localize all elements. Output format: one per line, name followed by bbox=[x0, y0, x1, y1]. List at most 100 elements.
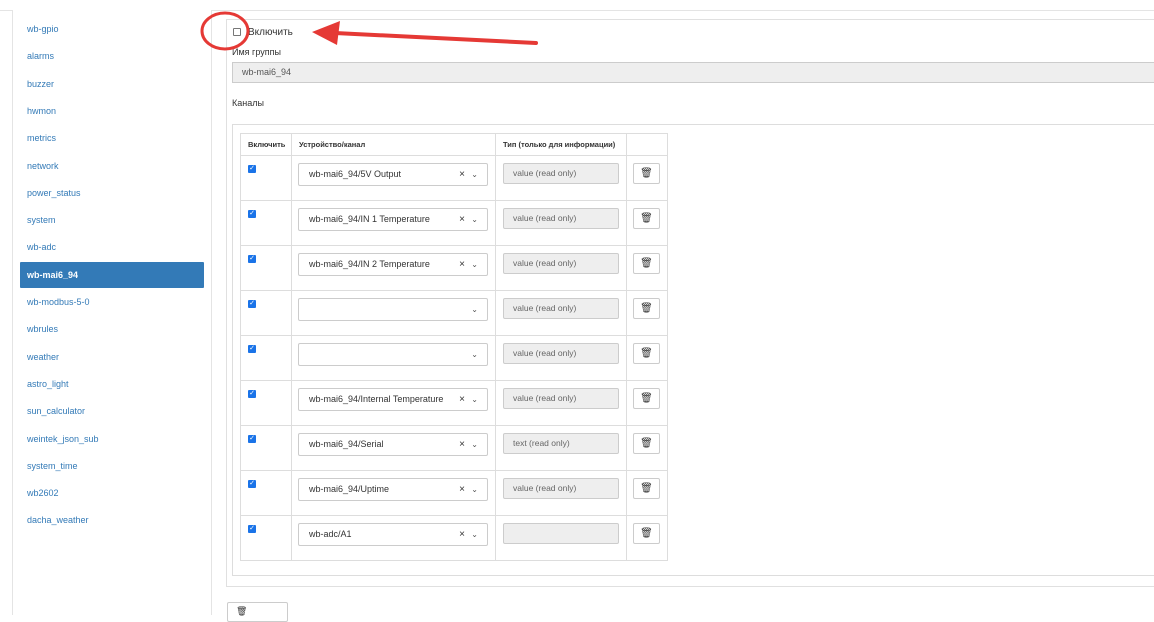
sidebar-item[interactable]: buzzer bbox=[20, 71, 204, 97]
sidebar-item[interactable]: weintek_json_sub bbox=[20, 426, 204, 452]
clear-icon[interactable]: × bbox=[459, 164, 465, 185]
actions-cell: 🗑 bbox=[626, 380, 668, 426]
type-cell: value (read only) bbox=[495, 335, 627, 381]
sidebar-item[interactable]: weather bbox=[20, 344, 204, 370]
sidebar-item[interactable]: power_status bbox=[20, 180, 204, 206]
chevron-down-icon[interactable]: ⌄ bbox=[471, 524, 478, 545]
sidebar-item[interactable]: sun_calculator bbox=[20, 398, 204, 424]
row-enable-checkbox[interactable]: ✓ bbox=[248, 525, 256, 533]
header-type: Тип (только для информации) bbox=[495, 133, 627, 156]
table-row: ✓ wb-mai6_94/5V Output × ⌄ value (read only)… bbox=[240, 155, 668, 201]
chevron-down-icon[interactable]: ⌄ bbox=[471, 209, 478, 230]
header-device: Устройство/канал bbox=[291, 133, 496, 156]
sidebar-item[interactable]: astro_light bbox=[20, 371, 204, 397]
table-row: ✓ ⌄ value (read only) 🗑 bbox=[240, 290, 668, 336]
delete-row-button[interactable]: 🗑 bbox=[633, 523, 660, 544]
row-enable-checkbox[interactable]: ✓ bbox=[248, 435, 256, 443]
type-field: value (read only) bbox=[503, 388, 619, 409]
chevron-down-icon[interactable]: ⌄ bbox=[471, 164, 478, 185]
sidebar-item[interactable]: dacha_weather bbox=[20, 507, 204, 533]
actions-cell: 🗑 bbox=[626, 335, 668, 381]
device-select[interactable]: ⌄ bbox=[298, 298, 488, 321]
device-select[interactable]: wb-mai6_94/Serial × ⌄ bbox=[298, 433, 488, 456]
group-name-input[interactable]: wb-mai6_94 bbox=[232, 62, 1154, 83]
enable-cell: ✓ bbox=[240, 515, 292, 561]
clear-icon[interactable]: × bbox=[459, 389, 465, 410]
device-select[interactable]: wb-mai6_94/Uptime × ⌄ bbox=[298, 478, 488, 501]
trash-icon: 🗑 bbox=[640, 348, 653, 359]
trash-icon: 🗑 bbox=[640, 528, 653, 539]
trash-icon: 🗑 bbox=[640, 168, 653, 179]
sidebar-item[interactable]: system_time bbox=[20, 453, 204, 479]
row-enable-checkbox[interactable]: ✓ bbox=[248, 390, 256, 398]
row-enable-checkbox[interactable]: ✓ bbox=[248, 480, 256, 488]
sidebar-item[interactable]: wb2602 bbox=[20, 480, 204, 506]
chevron-down-icon[interactable]: ⌄ bbox=[471, 299, 478, 320]
enable-cell: ✓ bbox=[240, 425, 292, 471]
delete-row-button[interactable]: 🗑 bbox=[633, 343, 660, 364]
type-cell: value (read only) bbox=[495, 290, 627, 336]
row-enable-checkbox[interactable]: ✓ bbox=[248, 300, 256, 308]
row-enable-checkbox[interactable]: ✓ bbox=[248, 255, 256, 263]
device-cell: wb-adc/A1 × ⌄ bbox=[291, 515, 496, 561]
add-channel-button[interactable]: 🗑 bbox=[227, 602, 288, 622]
sidebar-item[interactable]: metrics bbox=[20, 125, 204, 151]
device-select[interactable]: ⌄ bbox=[298, 343, 488, 366]
clear-icon[interactable]: × bbox=[459, 524, 465, 545]
chevron-down-icon[interactable]: ⌄ bbox=[471, 434, 478, 455]
device-select[interactable]: wb-adc/A1 × ⌄ bbox=[298, 523, 488, 546]
delete-row-button[interactable]: 🗑 bbox=[633, 388, 660, 409]
enable-cell: ✓ bbox=[240, 290, 292, 336]
type-field: value (read only) bbox=[503, 478, 619, 499]
channels-table: Включить Устройство/канал Тип (только дл… bbox=[240, 133, 668, 561]
enable-checkbox[interactable] bbox=[233, 28, 241, 36]
device-cell: ⌄ bbox=[291, 335, 496, 381]
device-cell: wb-mai6_94/IN 2 Temperature × ⌄ bbox=[291, 245, 496, 291]
enable-cell: ✓ bbox=[240, 335, 292, 381]
type-field: text (read only) bbox=[503, 433, 619, 454]
table-row: ✓ ⌄ value (read only) 🗑 bbox=[240, 335, 668, 381]
sidebar-item[interactable]: wb-gpio bbox=[20, 16, 204, 42]
device-select[interactable]: wb-mai6_94/IN 2 Temperature × ⌄ bbox=[298, 253, 488, 276]
delete-row-button[interactable]: 🗑 bbox=[633, 478, 660, 499]
sidebar-item[interactable]: alarms bbox=[20, 43, 204, 69]
table-row: ✓ wb-mai6_94/Internal Temperature × ⌄ value … bbox=[240, 380, 668, 426]
device-select[interactable]: wb-mai6_94/IN 1 Temperature × ⌄ bbox=[298, 208, 488, 231]
enable-cell: ✓ bbox=[240, 200, 292, 246]
delete-row-button[interactable]: 🗑 bbox=[633, 433, 660, 454]
sidebar-item[interactable]: system bbox=[20, 207, 204, 233]
sidebar-item[interactable]: wb-modbus-5-0 bbox=[20, 289, 204, 315]
chevron-down-icon[interactable]: ⌄ bbox=[471, 254, 478, 275]
device-select[interactable]: wb-mai6_94/5V Output × ⌄ bbox=[298, 163, 488, 186]
delete-row-button[interactable]: 🗑 bbox=[633, 208, 660, 229]
chevron-down-icon[interactable]: ⌄ bbox=[471, 389, 478, 410]
sidebar-item[interactable]: wbrules bbox=[20, 316, 204, 342]
device-select-value: wb-mai6_94/5V Output bbox=[309, 169, 402, 179]
check-icon: ✓ bbox=[249, 255, 255, 262]
type-cell: value (read only) bbox=[495, 380, 627, 426]
clear-icon[interactable]: × bbox=[459, 434, 465, 455]
table-row: ✓ wb-adc/A1 × ⌄ 🗑 bbox=[240, 515, 668, 561]
sidebar-item[interactable]: hwmon bbox=[20, 98, 204, 124]
device-cell: wb-mai6_94/Uptime × ⌄ bbox=[291, 470, 496, 516]
group-name-label: Имя группы bbox=[232, 47, 281, 57]
delete-row-button[interactable]: 🗑 bbox=[633, 253, 660, 274]
row-enable-checkbox[interactable]: ✓ bbox=[248, 210, 256, 218]
row-enable-checkbox[interactable]: ✓ bbox=[248, 345, 256, 353]
delete-row-button[interactable]: 🗑 bbox=[633, 163, 660, 184]
delete-row-button[interactable]: 🗑 bbox=[633, 298, 660, 319]
sidebar-item[interactable]: wb-adc bbox=[20, 234, 204, 260]
chevron-down-icon[interactable]: ⌄ bbox=[471, 344, 478, 365]
type-cell bbox=[495, 515, 627, 561]
clear-icon[interactable]: × bbox=[459, 209, 465, 230]
row-enable-checkbox[interactable]: ✓ bbox=[248, 165, 256, 173]
device-select[interactable]: wb-mai6_94/Internal Temperature × ⌄ bbox=[298, 388, 488, 411]
chevron-down-icon[interactable]: ⌄ bbox=[471, 479, 478, 500]
sidebar-item[interactable]: network bbox=[20, 153, 204, 179]
clear-icon[interactable]: × bbox=[459, 479, 465, 500]
clear-icon[interactable]: × bbox=[459, 254, 465, 275]
sidebar-item[interactable]: wb-mai6_94 bbox=[20, 261, 204, 288]
trash-icon: 🗑 bbox=[640, 303, 653, 314]
check-icon: ✓ bbox=[249, 390, 255, 397]
type-cell: text (read only) bbox=[495, 425, 627, 471]
